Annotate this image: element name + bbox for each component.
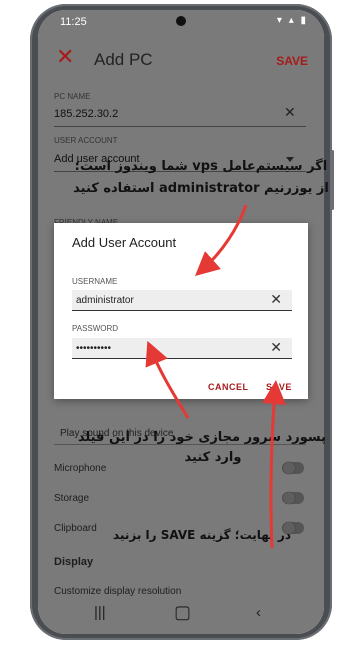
arrow-to-password: [145, 340, 190, 419]
arrow-to-save: [262, 380, 286, 549]
annotation-arrows: [145, 204, 286, 549]
arrow-to-username: [195, 204, 248, 276]
